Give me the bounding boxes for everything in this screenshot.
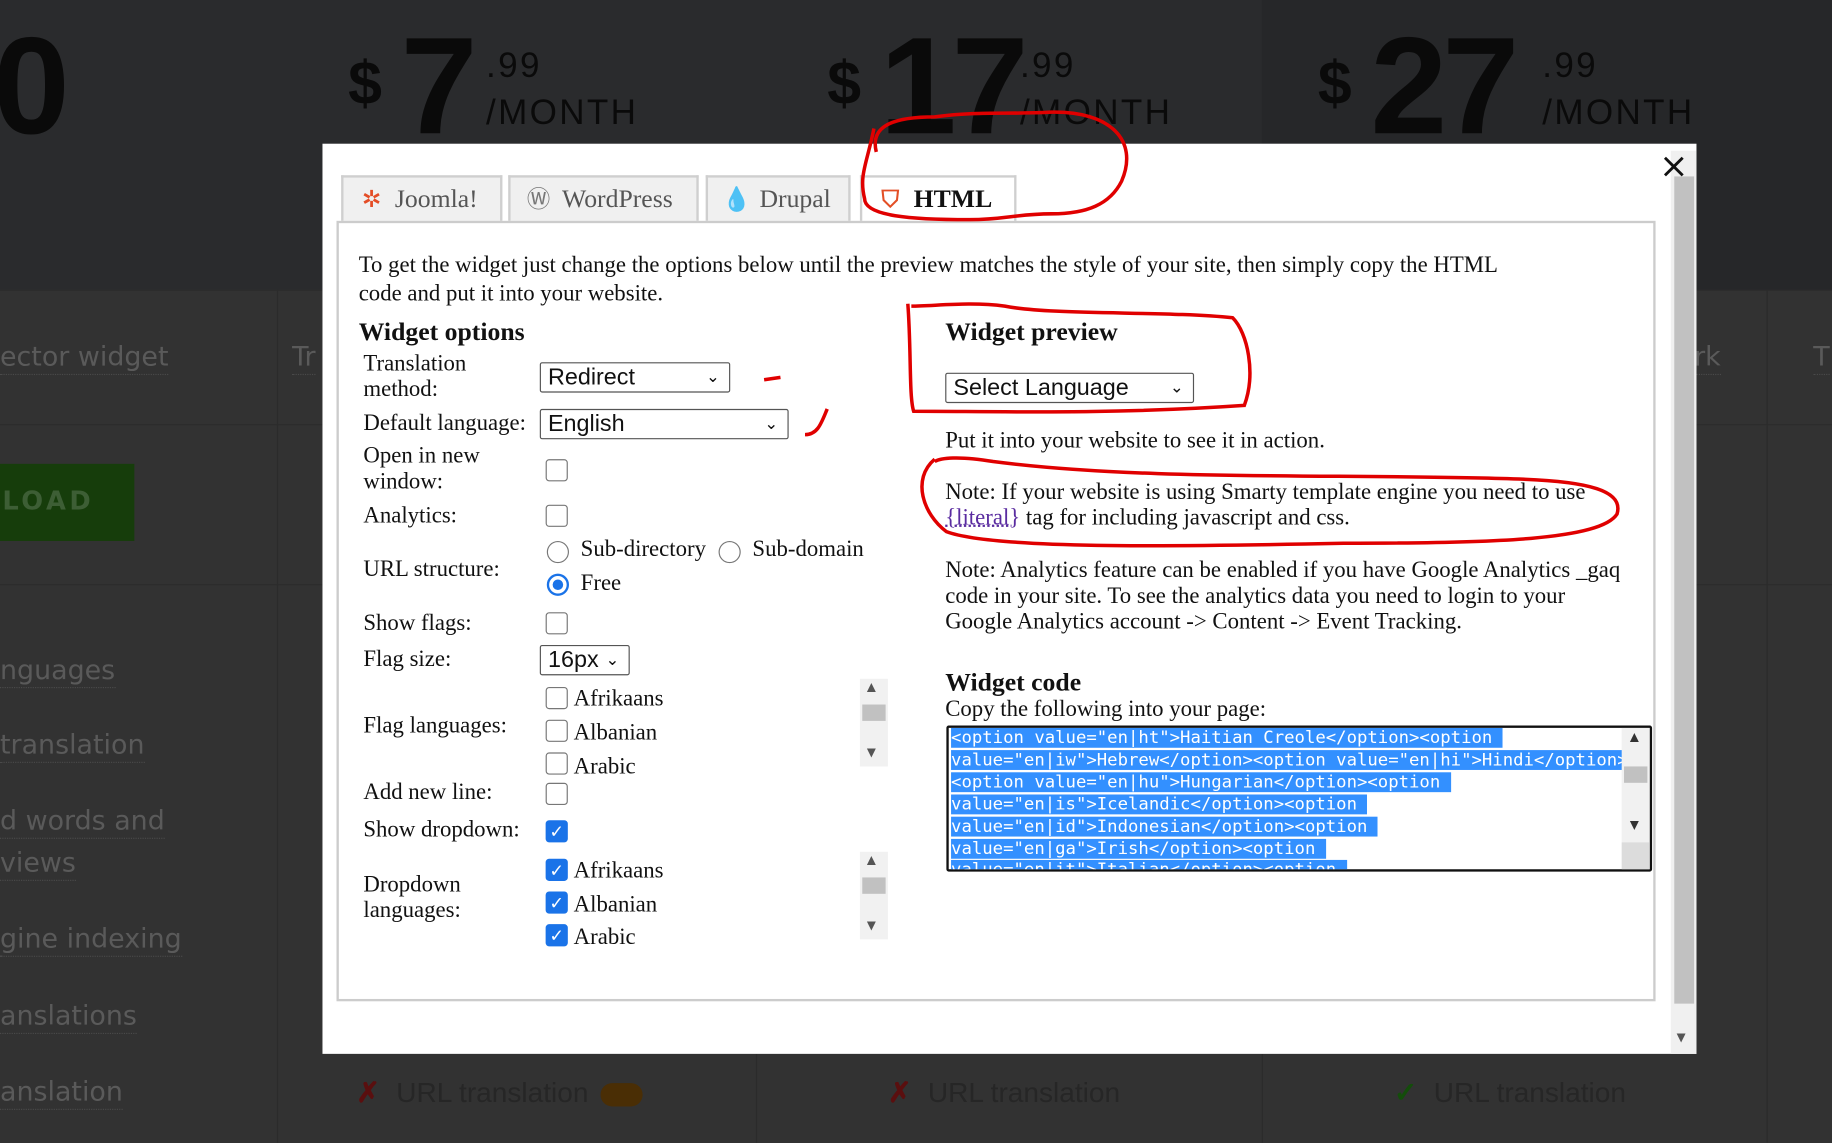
annotation-tick <box>804 408 829 437</box>
annotation-circle-html-tab <box>860 110 1129 222</box>
annotation-circle-preview <box>906 302 1252 414</box>
annotation-overlay <box>763 110 1620 548</box>
annotation-dash <box>763 375 781 382</box>
annotation-circle-note <box>920 456 1620 548</box>
